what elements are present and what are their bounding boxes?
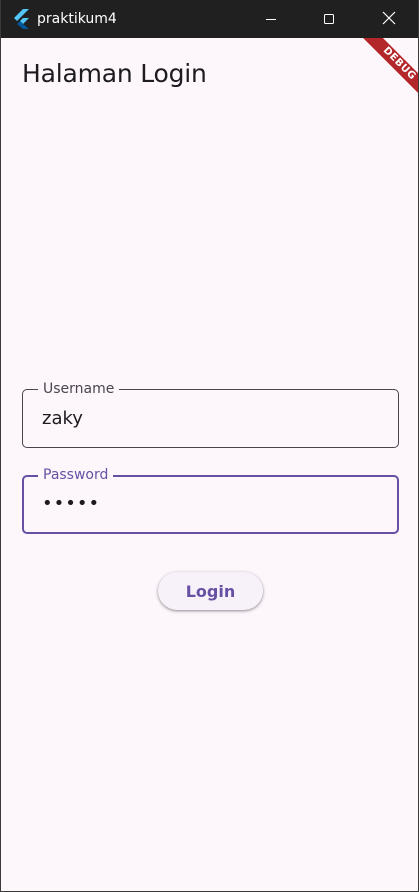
username-label: Username <box>38 380 120 398</box>
app-window: praktikum4 Halaman Login DEBUG Username … <box>0 0 419 892</box>
maximize-button[interactable] <box>300 0 358 38</box>
password-field[interactable]: Password ••••• <box>22 466 399 534</box>
username-input[interactable]: zaky <box>42 408 83 430</box>
close-icon <box>382 10 396 29</box>
password-input[interactable]: ••••• <box>42 493 100 515</box>
debug-banner: DEBUG <box>340 38 418 118</box>
maximize-icon <box>323 10 335 29</box>
close-button[interactable] <box>360 0 418 38</box>
window-title: praktikum4 <box>37 11 117 27</box>
minimize-button[interactable] <box>242 0 300 38</box>
debug-banner-label: DEBUG <box>355 38 418 108</box>
title-bar[interactable]: praktikum4 <box>1 0 418 38</box>
page-content: Halaman Login DEBUG Username zaky Passwo… <box>1 38 418 891</box>
login-button[interactable]: Login <box>158 572 263 610</box>
flutter-logo-icon <box>12 9 30 29</box>
username-field[interactable]: Username zaky <box>22 380 399 448</box>
page-title: Halaman Login <box>22 59 207 88</box>
password-label: Password <box>38 466 114 484</box>
minimize-icon <box>265 10 277 29</box>
